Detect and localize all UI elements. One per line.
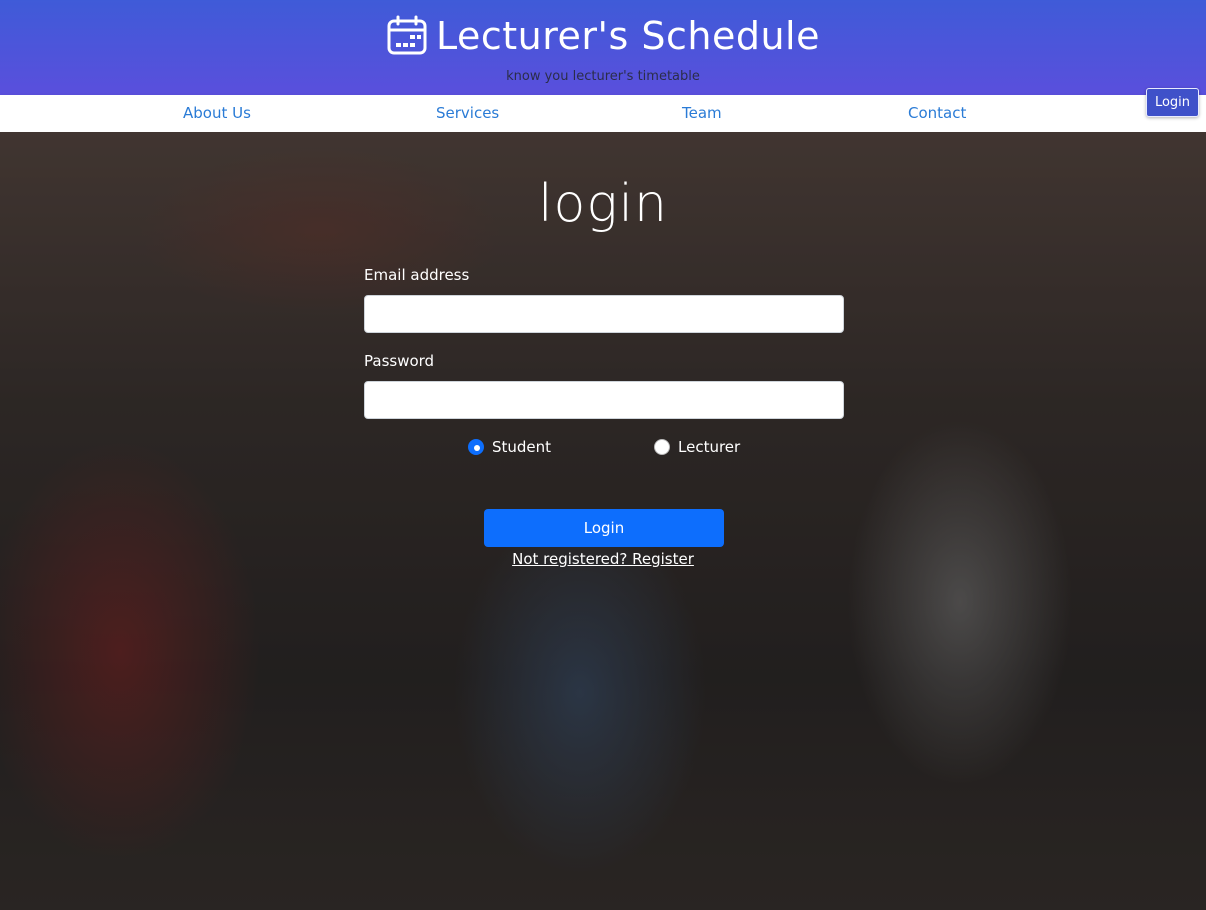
lecturer-radio[interactable] [654,439,670,455]
top-nav: About Us Services Team Contact [0,95,1206,132]
register-link[interactable]: Not registered? Register [0,550,1206,568]
lecturer-label: Lecturer [678,438,741,456]
email-label: Email address [364,266,470,284]
calendar-icon [387,15,427,55]
nav-services[interactable]: Services [436,104,499,122]
email-field[interactable] [364,295,844,333]
password-label: Password [364,352,435,370]
student-label: Student [492,438,552,456]
nav-team[interactable]: Team [682,104,722,122]
nav-about-us[interactable]: About Us [183,104,251,122]
site-tagline: know you lecturer's timetable [506,69,700,84]
hero-background: login Email address Password Student Lec… [0,132,1206,910]
student-radio[interactable] [468,439,484,455]
role-lecturer-option[interactable]: Lecturer [654,438,740,456]
site-title: Lecturer's Schedule [436,14,820,58]
login-submit-button[interactable]: Login [484,509,724,547]
nav-contact[interactable]: Contact [908,104,966,122]
password-field[interactable] [364,381,844,419]
nav-login-button[interactable]: Login [1146,88,1199,117]
role-student-option[interactable]: Student [468,438,551,456]
login-form: login Email address Password Student Lec… [0,132,1206,910]
login-title: login [538,174,668,234]
site-header: Lecturer's Schedule know you lecturer's … [0,0,1206,95]
brand: Lecturer's Schedule [0,12,1206,60]
